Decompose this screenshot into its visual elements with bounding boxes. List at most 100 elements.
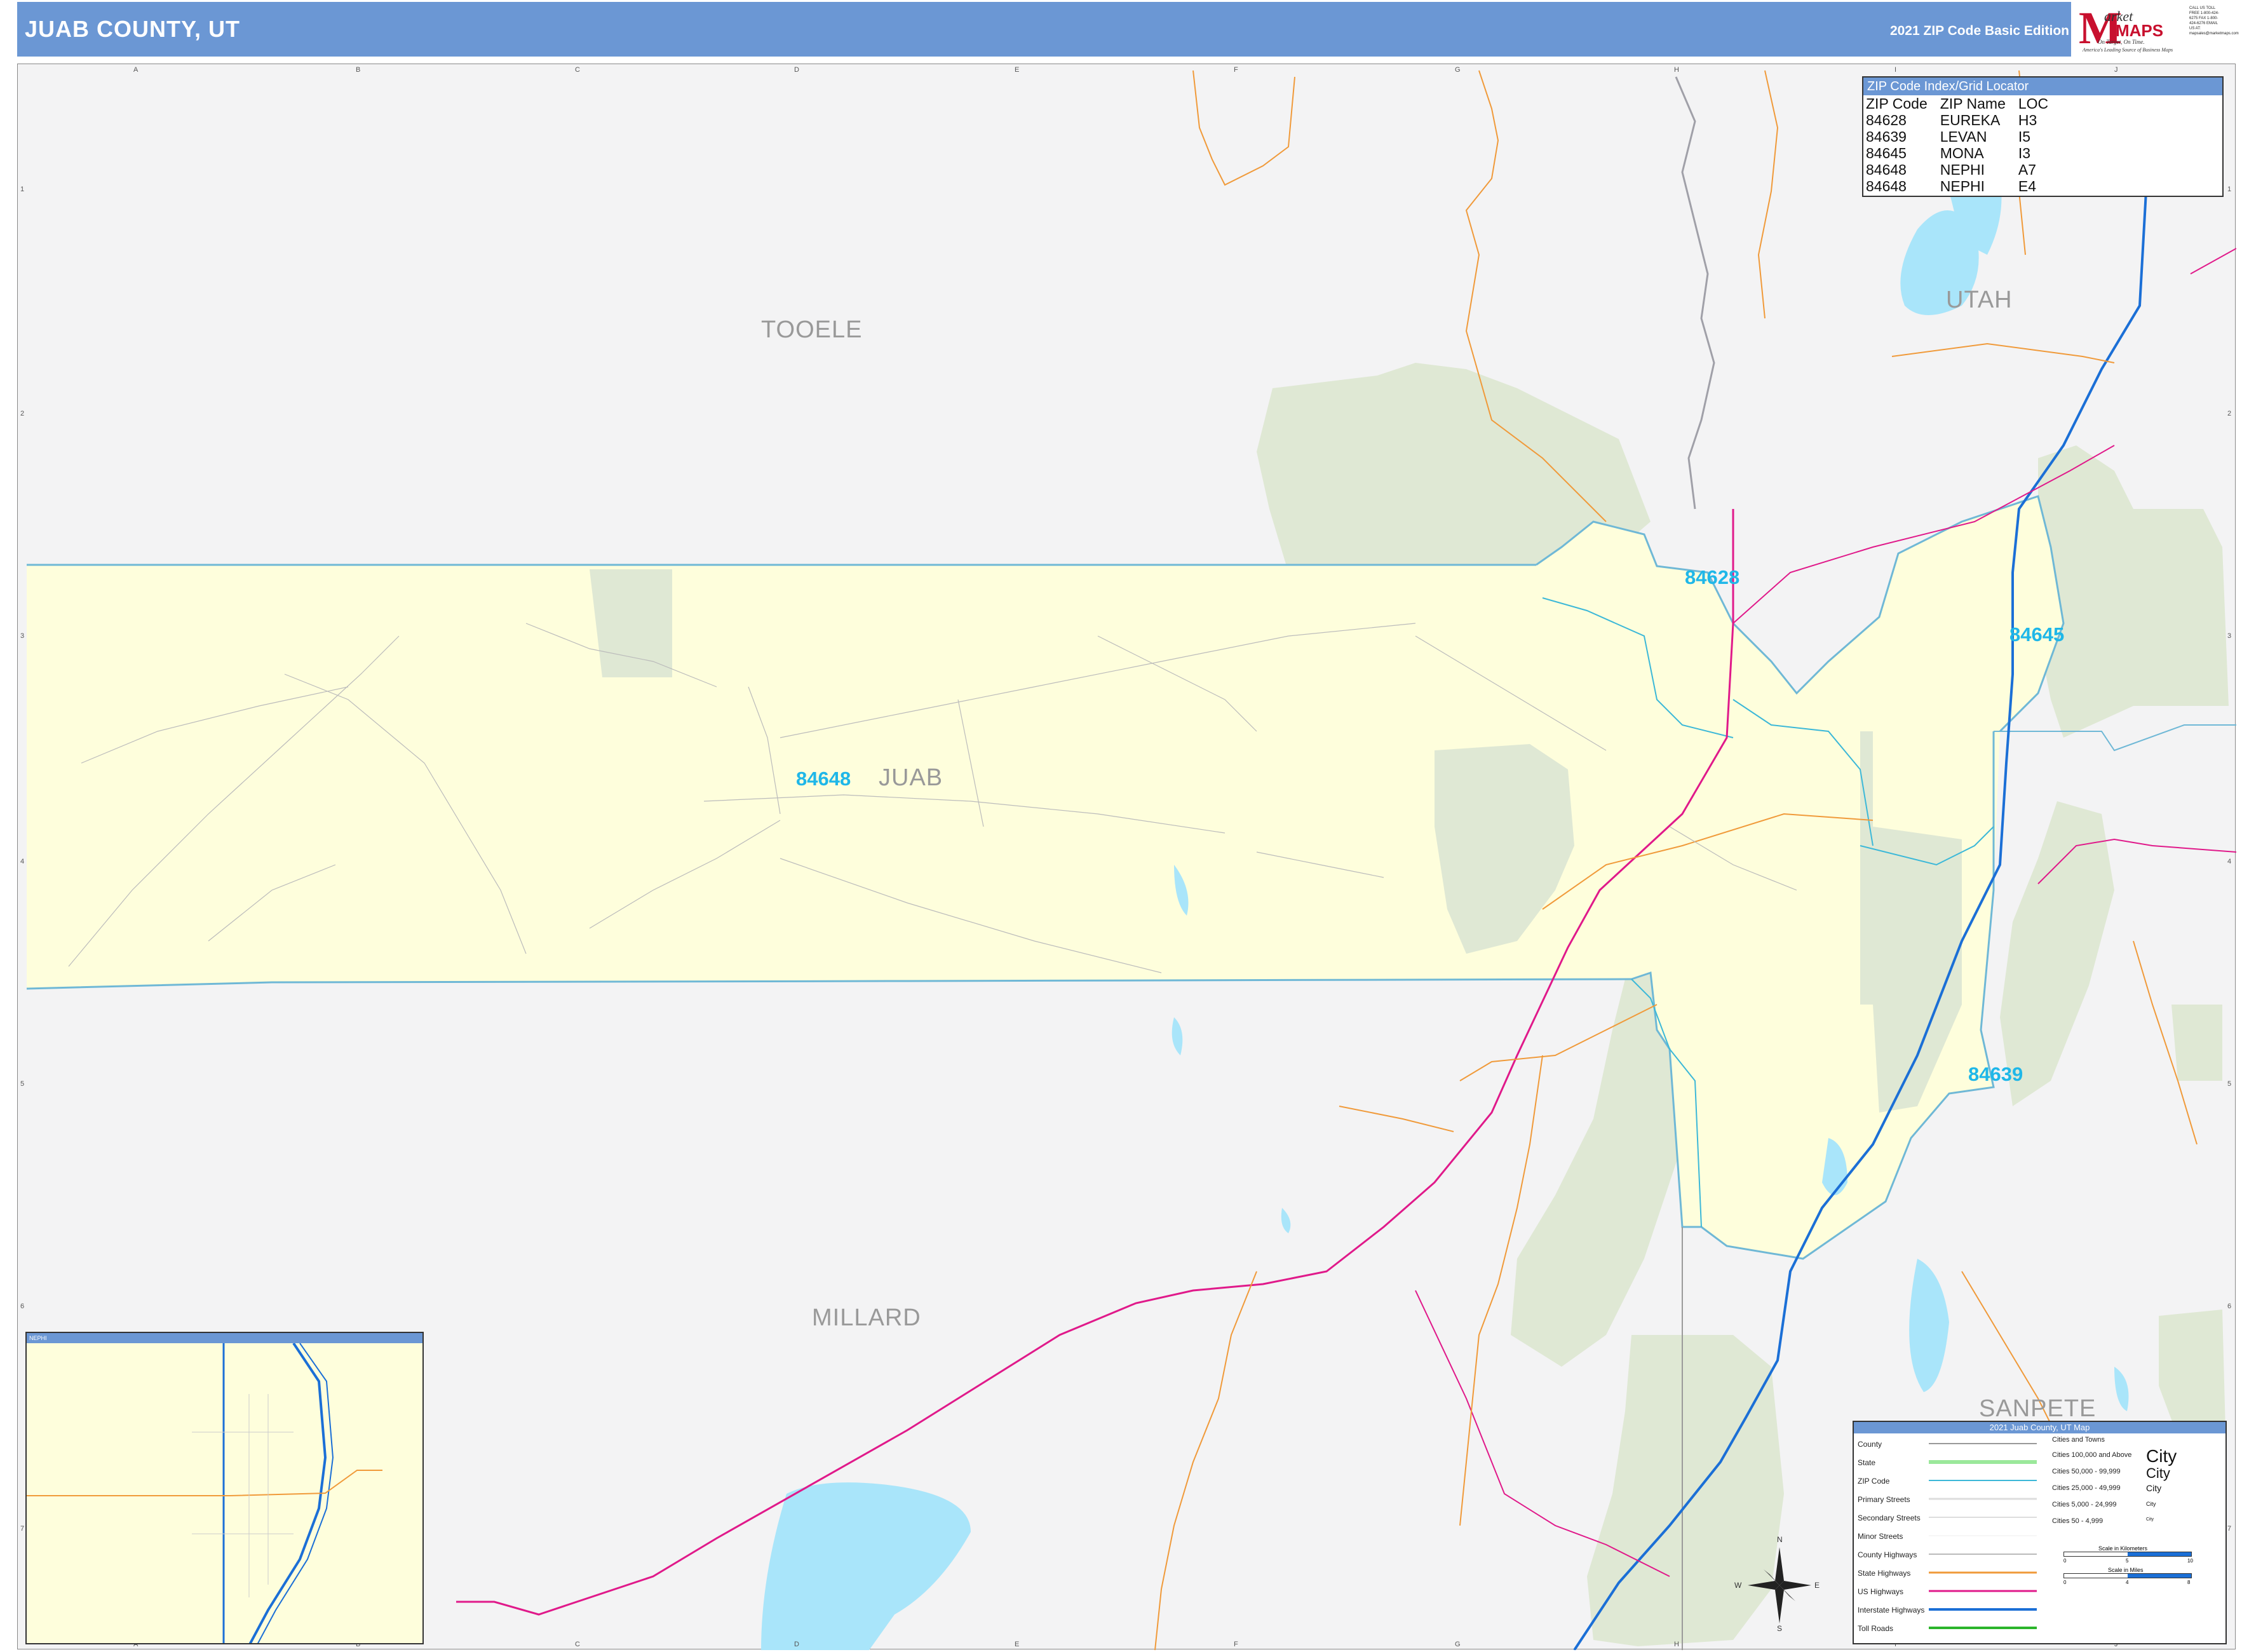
us-highway [2190, 248, 2236, 274]
county-label-utah: UTAH [1946, 287, 2013, 313]
legend-item: Secondary Streets [1858, 1513, 1921, 1522]
legend-cities-title: Cities and Towns [2052, 1436, 2105, 1444]
logo-tagline: On Target, On Time. [2098, 39, 2145, 45]
zip-name-cell: NEPHI [1940, 161, 1985, 178]
forest-area [2038, 445, 2229, 738]
table-row[interactable]: 84628 EUREKA H3 [1866, 112, 2061, 128]
forest-area [2000, 801, 2114, 1106]
scale-bar-mi [2063, 1573, 2192, 1578]
forest-area [590, 569, 672, 677]
grid-number: 7 [20, 1525, 25, 1533]
zip-label-84628[interactable]: 84628 [1685, 566, 1739, 589]
forest-area [2159, 1310, 2225, 1437]
legend-item: County Highways [1858, 1550, 1917, 1559]
scale-bar-km [2063, 1552, 2192, 1557]
loc-cell: I3 [2018, 145, 2031, 161]
county-label-sanpete: SANPETE [1979, 1395, 2097, 1422]
county-label-juab: JUAB [879, 764, 943, 791]
county-boundary [1994, 724, 2236, 752]
compass-s: S [1777, 1624, 1783, 1633]
zip-cell: 84639 [1866, 128, 1907, 145]
compass-e: E [1814, 1581, 1820, 1590]
grid-letter: D [794, 1641, 799, 1648]
legend-item: US Highways [1858, 1587, 1904, 1596]
loc-cell: E4 [2018, 178, 2036, 194]
scale-tick: 4 [2126, 1580, 2129, 1585]
map-title: JUAB COUNTY, UT [25, 16, 241, 42]
zip-name-cell: NEPHI [1940, 178, 1985, 194]
legend-city-tier: Cities 50,000 - 99,999 [2052, 1468, 2121, 1475]
grid-number: 5 [2227, 1080, 2232, 1088]
logo-tagline-2: America's Leading Source of Business Map… [2083, 47, 2173, 53]
lake [1909, 1259, 1949, 1392]
grid-number: 4 [2227, 858, 2232, 865]
zip-label-84639[interactable]: 84639 [1968, 1063, 2023, 1086]
county-label-tooele: TOOELE [761, 316, 863, 343]
grid-letter: F [1234, 66, 1238, 74]
legend-city-tier: Cities 25,000 - 49,999 [2052, 1484, 2121, 1492]
legend-item: Minor Streets [1858, 1532, 1903, 1541]
zip-name-cell: LEVAN [1940, 128, 1987, 145]
grid-letter: D [794, 66, 799, 74]
zip-index-title: ZIP Code Index/Grid Locator [1863, 78, 2222, 95]
table-row[interactable]: 84648 NEPHI E4 [1866, 178, 2061, 194]
zip-label-84645[interactable]: 84645 [2009, 623, 2064, 646]
zip-index-col-header: LOC [2018, 95, 2049, 112]
grid-number: 7 [2227, 1525, 2232, 1533]
grid-number: 6 [2227, 1303, 2232, 1310]
grid-number: 1 [2227, 186, 2232, 193]
legend-item: Toll Roads [1858, 1624, 1894, 1633]
market-maps-logo[interactable]: M arket MAPS On Target, On Time. America… [2071, 2, 2239, 57]
legend-city-sample: City [2146, 1483, 2162, 1493]
scale-tick: 10 [2187, 1558, 2193, 1564]
grid-letter: G [1455, 66, 1461, 74]
grid-number: 3 [20, 632, 25, 640]
zip-cell: 84628 [1866, 112, 1907, 128]
legend-city-tier: Cities 50 - 4,999 [2052, 1517, 2104, 1525]
legend-scale-mi: Scale in Miles [2108, 1567, 2144, 1573]
map-header: JUAB COUNTY, UT 2021 ZIP Code Basic Edit… [17, 2, 2222, 57]
lake [1172, 1017, 1183, 1055]
nephi-inset-map[interactable]: NEPHI [25, 1332, 424, 1644]
grid-letter: B [356, 66, 361, 74]
county-label-millard: MILLARD [812, 1304, 921, 1331]
grid-letter: E [1015, 1641, 1020, 1648]
table-row[interactable]: 84648 NEPHI A7 [1866, 161, 2061, 178]
grid-number: 3 [2227, 632, 2232, 640]
legend-item: County [1858, 1440, 1882, 1449]
grid-number: 4 [20, 858, 25, 865]
compass-w: W [1734, 1581, 1742, 1590]
grid-number: 2 [2227, 410, 2232, 417]
compass-rose: N S E W [1734, 1535, 1820, 1633]
sevier-lake [761, 1482, 971, 1650]
inset-title: NEPHI [27, 1333, 422, 1343]
legend-item: Interstate Highways [1858, 1606, 1925, 1615]
legend-city-tier: Cities 100,000 and Above [2052, 1451, 2132, 1459]
legend-city-tier: Cities 5,000 - 24,999 [2052, 1501, 2117, 1508]
inset-canvas [27, 1342, 382, 1643]
legend-title: 2021 Juab County, UT Map [1854, 1422, 2225, 1433]
grid-letter: J [2114, 66, 2118, 74]
legend-line-samples [1929, 1443, 2037, 1629]
logo-contact: CALL US TOLL FREE 1-800-424-6275 FAX 1-8… [2189, 6, 2239, 36]
zip-cell: 84648 [1866, 178, 1907, 194]
scale-tick: 8 [2187, 1580, 2191, 1585]
grid-letter: F [1234, 1641, 1238, 1648]
grid-letter: H [1674, 66, 1679, 74]
compass-n: N [1777, 1535, 1783, 1544]
map-legend: 2021 Juab County, UT Map County State ZI… [1853, 1421, 2227, 1644]
zip-cell: 84648 [1866, 161, 1907, 178]
logo-brand-maps: MAPS [2116, 21, 2164, 40]
zip-label-84648[interactable]: 84648 [796, 768, 851, 790]
scale-tick: 0 [2063, 1580, 2067, 1585]
grid-number: 1 [20, 186, 25, 193]
table-row[interactable]: 84639 LEVAN I5 [1866, 128, 2061, 145]
grid-number: 6 [20, 1303, 25, 1310]
legend-item: ZIP Code [1858, 1477, 1890, 1486]
river [1675, 76, 1715, 510]
legend-item: Primary Streets [1858, 1495, 1910, 1504]
table-row[interactable]: 84645 MONA I3 [1866, 145, 2061, 161]
zip-code-index: ZIP Code Index/Grid Locator ZIP Code ZIP… [1862, 76, 2224, 197]
zip-index-col-header: ZIP Name [1940, 95, 2006, 112]
juab-county-area [27, 496, 2063, 1259]
